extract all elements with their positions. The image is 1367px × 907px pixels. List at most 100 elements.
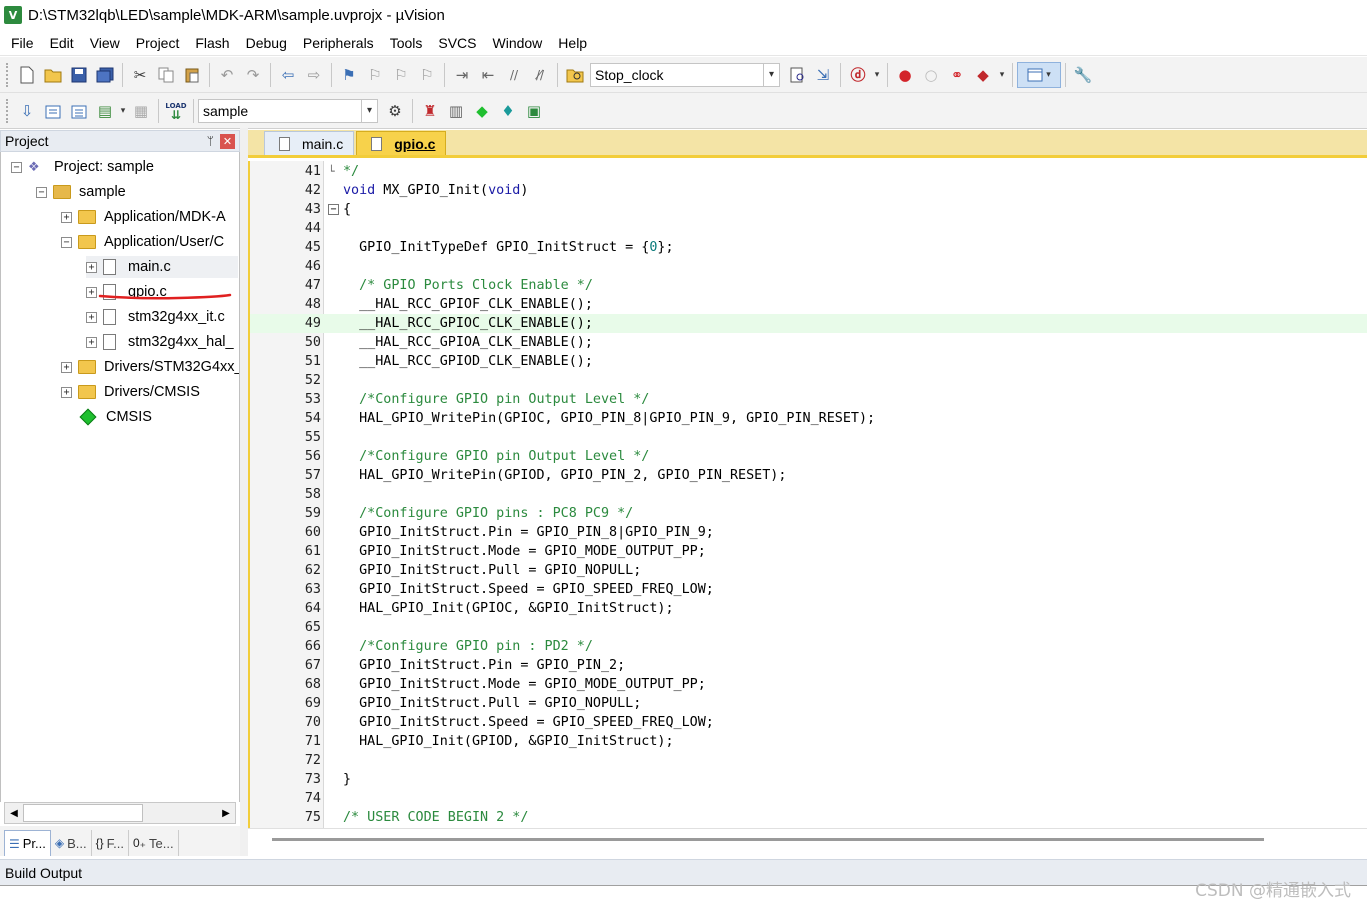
function-search-combo[interactable]: Stop_clock ▾ bbox=[590, 62, 780, 87]
collapse-icon[interactable]: − bbox=[36, 186, 47, 198]
tree-item-file[interactable]: + stm32g4xx_hal_ bbox=[86, 331, 234, 353]
tree-item-target[interactable]: − sample bbox=[36, 181, 126, 203]
code-line[interactable]: 55 bbox=[250, 428, 1367, 447]
code-line[interactable]: 73} bbox=[250, 770, 1367, 789]
chevron-down-icon[interactable]: ▾ bbox=[118, 98, 128, 124]
tree-item-group[interactable]: + Application/MDK-A bbox=[61, 206, 226, 228]
tree-item-project[interactable]: − ❖ Project: sample bbox=[11, 156, 154, 178]
scrollbar-thumb[interactable] bbox=[23, 804, 143, 822]
code-line[interactable]: 50 __HAL_RCC_GPIOA_CLK_ENABLE(); bbox=[250, 333, 1367, 352]
menu-help[interactable]: Help bbox=[550, 32, 595, 54]
manage-project-items-icon[interactable]: ♜ bbox=[417, 98, 443, 124]
save-icon[interactable] bbox=[66, 62, 92, 88]
code-editor[interactable]: 41 └ */42 void MX_GPIO_Init(void) 43−{44 45 G… bbox=[248, 161, 1367, 828]
code-line[interactable]: 61 GPIO_InitStruct.Mode = GPIO_MODE_OUTP… bbox=[250, 542, 1367, 561]
window-layout-icon[interactable]: ▾ bbox=[1017, 61, 1061, 88]
tab-main-c[interactable]: main.c bbox=[264, 131, 355, 155]
tree-item-file[interactable]: + stm32g4xx_it.c bbox=[86, 306, 225, 328]
manage-run-time-environment-icon[interactable]: ◆ bbox=[469, 98, 495, 124]
stop-build-icon[interactable]: ▦ bbox=[128, 98, 154, 124]
code-line[interactable]: 47 /* GPIO Ports Clock Enable */ bbox=[250, 276, 1367, 295]
menu-tools[interactable]: Tools bbox=[382, 32, 431, 54]
expand-icon[interactable]: + bbox=[86, 286, 97, 298]
tab-functions[interactable]: {} F... bbox=[92, 830, 129, 856]
project-tree-scrollbar[interactable]: ◀ ▶ bbox=[4, 802, 236, 824]
download-load-icon[interactable]: LOAD ⇊ bbox=[163, 98, 189, 124]
tree-item-group[interactable]: − Application/User/C bbox=[61, 231, 224, 253]
save-all-icon[interactable] bbox=[92, 62, 118, 88]
software-packs-icon[interactable]: ▣ bbox=[521, 98, 547, 124]
code-line[interactable]: 51 __HAL_RCC_GPIOD_CLK_ENABLE(); bbox=[250, 352, 1367, 371]
batch-build-icon[interactable]: ▤ bbox=[92, 98, 118, 124]
indent-icon[interactable]: ⇥ bbox=[449, 62, 475, 88]
comment-selection-icon[interactable]: // bbox=[501, 62, 527, 88]
insert-bookmark-icon[interactable]: ⚑ bbox=[336, 62, 362, 88]
toolbar-grip[interactable] bbox=[6, 62, 10, 87]
build-output-pane[interactable] bbox=[0, 885, 1367, 907]
fold-collapse-icon[interactable]: − bbox=[328, 204, 339, 215]
menu-project[interactable]: Project bbox=[128, 32, 188, 54]
menu-svcs[interactable]: SVCS bbox=[430, 32, 484, 54]
tab-gpio-c[interactable]: gpio.c bbox=[356, 131, 447, 155]
rebuild-icon[interactable] bbox=[66, 98, 92, 124]
code-line[interactable]: 43−{ bbox=[250, 200, 1367, 219]
redo-icon[interactable]: ↷ bbox=[240, 62, 266, 88]
menu-file[interactable]: File bbox=[3, 32, 42, 54]
code-line[interactable]: 52 bbox=[250, 371, 1367, 390]
tab-books[interactable]: ◈ B... bbox=[51, 830, 92, 856]
expand-icon[interactable]: + bbox=[61, 211, 72, 223]
tree-item-group[interactable]: + Drivers/STM32G4xx_ bbox=[61, 356, 239, 378]
menu-view[interactable]: View bbox=[82, 32, 128, 54]
menu-edit[interactable]: Edit bbox=[42, 32, 82, 54]
navigate-back-icon[interactable]: ⇦ bbox=[275, 62, 301, 88]
collapse-icon[interactable]: − bbox=[61, 236, 72, 248]
collapse-icon[interactable]: − bbox=[11, 161, 22, 173]
select-packs-icon[interactable]: ▥ bbox=[443, 98, 469, 124]
code-line[interactable]: 58 bbox=[250, 485, 1367, 504]
tree-item-cmsis[interactable]: CMSIS bbox=[78, 406, 152, 428]
scrollbar-track[interactable] bbox=[272, 838, 1264, 841]
menu-debug[interactable]: Debug bbox=[238, 32, 295, 54]
chevron-down-icon[interactable]: ▾ bbox=[763, 63, 779, 86]
expand-icon[interactable]: + bbox=[86, 261, 97, 273]
build-icon[interactable] bbox=[40, 98, 66, 124]
code-line[interactable]: 42 void MX_GPIO_Init(void) bbox=[250, 181, 1367, 200]
code-line[interactable]: 46 bbox=[250, 257, 1367, 276]
code-line[interactable]: 74 bbox=[250, 789, 1367, 808]
code-line[interactable]: 67 GPIO_InitStruct.Pin = GPIO_PIN_2; bbox=[250, 656, 1367, 675]
previous-bookmark-icon[interactable]: ⚐ bbox=[362, 62, 388, 88]
toolbar-grip[interactable] bbox=[6, 98, 10, 123]
expand-icon[interactable]: + bbox=[61, 386, 72, 398]
menu-flash[interactable]: Flash bbox=[187, 32, 237, 54]
chevron-down-icon[interactable]: ▾ bbox=[871, 62, 883, 88]
code-line[interactable]: 65 bbox=[250, 618, 1367, 637]
code-line[interactable]: 49 __HAL_RCC_GPIOC_CLK_ENABLE(); bbox=[250, 314, 1367, 333]
tree-item-file-main[interactable]: + main.c bbox=[86, 256, 238, 278]
code-line[interactable]: 41 └ */ bbox=[250, 162, 1367, 181]
options-for-target-icon[interactable]: ⚙ bbox=[382, 98, 408, 124]
tree-item-group[interactable]: + Drivers/CMSIS bbox=[61, 381, 200, 403]
code-line[interactable]: 69 GPIO_InitStruct.Pull = GPIO_NOPULL; bbox=[250, 694, 1367, 713]
clear-bookmarks-icon[interactable]: ⚐ bbox=[414, 62, 440, 88]
chevron-down-icon[interactable]: ▾ bbox=[361, 99, 377, 122]
find-in-files-icon[interactable] bbox=[562, 62, 588, 88]
code-line[interactable]: 63 GPIO_InitStruct.Speed = GPIO_SPEED_FR… bbox=[250, 580, 1367, 599]
close-icon[interactable]: ✕ bbox=[220, 133, 235, 149]
target-select-combo[interactable]: sample ▾ bbox=[198, 98, 378, 123]
next-bookmark-icon[interactable]: ⚐ bbox=[388, 62, 414, 88]
incremental-find-icon[interactable]: ⇲ bbox=[810, 62, 836, 88]
code-line[interactable]: 62 GPIO_InitStruct.Pull = GPIO_NOPULL; bbox=[250, 561, 1367, 580]
copy-icon[interactable] bbox=[153, 62, 179, 88]
undo-icon[interactable]: ↶ bbox=[214, 62, 240, 88]
menu-peripherals[interactable]: Peripherals bbox=[295, 32, 382, 54]
code-line[interactable]: 54 HAL_GPIO_WritePin(GPIOC, GPIO_PIN_8|G… bbox=[250, 409, 1367, 428]
navigate-forward-icon[interactable]: ⇨ bbox=[301, 62, 327, 88]
open-folder-icon[interactable] bbox=[40, 62, 66, 88]
code-line[interactable]: 57 HAL_GPIO_WritePin(GPIOD, GPIO_PIN_2, … bbox=[250, 466, 1367, 485]
expand-icon[interactable]: + bbox=[86, 336, 97, 348]
code-line[interactable]: 59 /*Configure GPIO pins : PC8 PC9 */ bbox=[250, 504, 1367, 523]
code-line[interactable]: 64 HAL_GPIO_Init(GPIOC, &GPIO_InitStruct… bbox=[250, 599, 1367, 618]
configure-wrench-icon[interactable]: 🔧 bbox=[1070, 62, 1096, 88]
code-line[interactable]: 66 /*Configure GPIO pin : PD2 */ bbox=[250, 637, 1367, 656]
editor-horizontal-scrollbar[interactable] bbox=[248, 828, 1367, 852]
